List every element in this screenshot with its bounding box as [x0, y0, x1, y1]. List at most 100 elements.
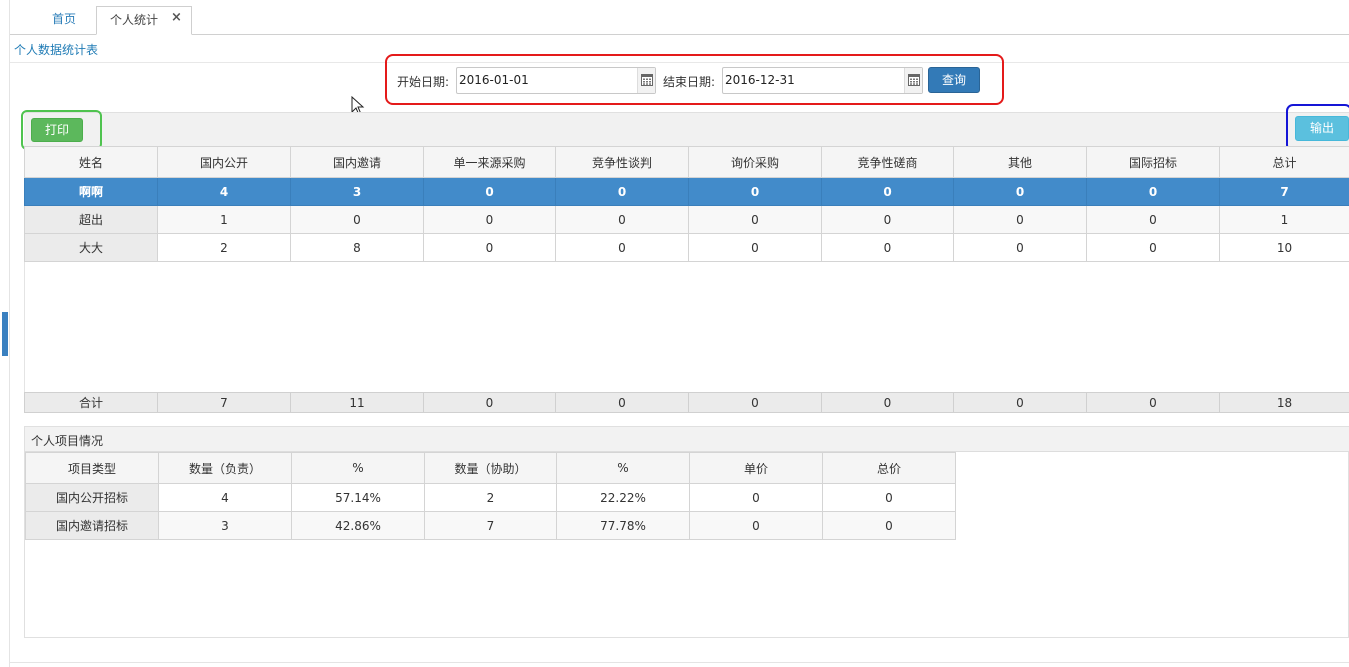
table-cell: 8 — [290, 233, 424, 262]
footer-cell: 0 — [1086, 392, 1220, 413]
column-header[interactable]: 总价 — [822, 452, 956, 484]
table-cell: 国内公开招标 — [25, 483, 159, 512]
column-header[interactable]: 竞争性谈判 — [555, 146, 689, 178]
table-cell: 0 — [423, 177, 556, 206]
column-header[interactable]: 单价 — [689, 452, 823, 484]
table-empty-space — [24, 262, 1349, 392]
table-cell: 0 — [821, 177, 954, 206]
close-icon[interactable]: × — [171, 11, 182, 24]
table-cell: 0 — [555, 205, 689, 234]
column-header[interactable]: % — [556, 452, 690, 484]
column-header[interactable]: 其他 — [953, 146, 1087, 178]
calendar-icon[interactable] — [904, 68, 922, 93]
table-footer-row: 合计 7 11 0 0 0 0 0 0 18 — [24, 392, 1349, 413]
export-button[interactable]: 输出 — [1295, 116, 1349, 141]
start-date-field[interactable]: 2016-01-01 — [456, 67, 656, 94]
table-cell: 10 — [1219, 233, 1349, 262]
table-cell: 啊啊 — [24, 177, 158, 206]
column-header[interactable]: 国内公开 — [157, 146, 291, 178]
table-cell: 0 — [689, 483, 823, 512]
table-cell: 0 — [953, 205, 1087, 234]
column-header[interactable]: 数量（负责） — [158, 452, 292, 484]
table-cell: 0 — [555, 233, 689, 262]
table-cell: 42.86% — [291, 511, 425, 540]
table-cell: 57.14% — [291, 483, 425, 512]
page-title: 个人数据统计表 — [14, 43, 99, 57]
table-cell: 22.22% — [556, 483, 690, 512]
stats-table-footer: 合计 7 11 0 0 0 0 0 0 18 — [24, 392, 1349, 413]
search-button[interactable]: 查询 — [928, 67, 980, 93]
sidebar-toggle-handle[interactable] — [2, 312, 8, 356]
tab-bar: 首页 个人统计 × — [10, 0, 1349, 35]
table-cell: 0 — [423, 233, 556, 262]
table-cell: 0 — [1086, 177, 1220, 206]
table-cell: 0 — [821, 205, 954, 234]
column-header[interactable]: 单一来源采购 — [423, 146, 556, 178]
table-cell: 1 — [1219, 205, 1349, 234]
table-cell: 0 — [290, 205, 424, 234]
table-cell: 0 — [822, 483, 956, 512]
table-cell: 大大 — [24, 233, 158, 262]
column-header[interactable]: 竞争性磋商 — [821, 146, 954, 178]
footer-cell: 合计 — [24, 392, 158, 413]
footer-cell: 0 — [423, 392, 556, 413]
column-header[interactable]: 国际招标 — [1086, 146, 1220, 178]
tab-personal-stats[interactable]: 个人统计 × — [96, 6, 192, 35]
calendar-icon[interactable] — [637, 68, 655, 93]
date-query-form: 开始日期: 2016-01-01 结束日期: 2016-12-31 查询 — [385, 54, 1004, 105]
column-header[interactable]: 询价采购 — [688, 146, 822, 178]
table-row[interactable]: 啊啊 4 3 0 0 0 0 0 0 7 — [24, 177, 1349, 206]
print-highlight: 打印 — [21, 110, 102, 150]
table-cell: 2 — [424, 483, 557, 512]
grid-toolbar — [24, 112, 1349, 146]
table-cell: 0 — [1086, 205, 1220, 234]
table-cell: 4 — [158, 483, 292, 512]
end-date-label: 结束日期: — [663, 75, 716, 89]
table-cell: 77.78% — [556, 511, 690, 540]
footer-cell: 0 — [688, 392, 822, 413]
footer-cell: 18 — [1219, 392, 1349, 413]
table-header-row: 项目类型 数量（负责） % 数量（协助） % 单价 总价 — [25, 452, 956, 484]
footer-cell: 0 — [555, 392, 689, 413]
column-header[interactable]: 姓名 — [24, 146, 158, 178]
column-header[interactable]: 项目类型 — [25, 452, 159, 484]
table-cell: 1 — [157, 205, 291, 234]
table-row[interactable]: 大大 2 8 0 0 0 0 0 0 10 — [24, 233, 1349, 262]
table-header-row: 姓名 国内公开 国内邀请 单一来源采购 竞争性谈判 询价采购 竞争性磋商 其他 … — [24, 146, 1349, 178]
footer-cell: 7 — [157, 392, 291, 413]
table-cell: 0 — [822, 511, 956, 540]
table-cell: 0 — [423, 205, 556, 234]
table-cell: 0 — [555, 177, 689, 206]
table-cell: 0 — [688, 233, 822, 262]
project-panel: 个人项目情况 项目类型 数量（负责） % 数量（协助） % 单价 总价 国内公开… — [24, 426, 1349, 638]
tab-home[interactable]: 首页 — [40, 6, 88, 30]
column-header[interactable]: 总计 — [1219, 146, 1349, 178]
project-panel-title: 个人项目情况 — [25, 427, 1349, 452]
table-row[interactable]: 国内公开招标 4 57.14% 2 22.22% 0 0 — [25, 483, 956, 512]
table-cell: 超出 — [24, 205, 158, 234]
divider — [10, 662, 1349, 663]
table-cell: 7 — [1219, 177, 1349, 206]
footer-cell: 11 — [290, 392, 424, 413]
column-header[interactable]: 国内邀请 — [290, 146, 424, 178]
column-header[interactable]: % — [291, 452, 425, 484]
print-button[interactable]: 打印 — [31, 118, 83, 142]
footer-cell: 0 — [821, 392, 954, 413]
table-row[interactable]: 超出 1 0 0 0 0 0 0 0 1 — [24, 205, 1349, 234]
tab-personal-stats-label: 个人统计 — [110, 13, 159, 27]
table-cell: 国内邀请招标 — [25, 511, 159, 540]
table-cell: 3 — [158, 511, 292, 540]
table-row[interactable]: 国内邀请招标 3 42.86% 7 77.78% 0 0 — [25, 511, 956, 540]
footer-cell: 0 — [953, 392, 1087, 413]
table-cell: 0 — [688, 205, 822, 234]
table-cell: 4 — [157, 177, 291, 206]
table-cell: 2 — [157, 233, 291, 262]
column-header[interactable]: 数量（协助） — [424, 452, 557, 484]
table-cell: 0 — [689, 511, 823, 540]
end-date-value: 2016-12-31 — [725, 73, 795, 87]
export-highlight: 输出 — [1286, 104, 1349, 152]
end-date-field[interactable]: 2016-12-31 — [722, 67, 923, 94]
table-cell: 0 — [953, 177, 1087, 206]
start-date-label: 开始日期: — [397, 75, 450, 89]
start-date-value: 2016-01-01 — [459, 73, 529, 87]
